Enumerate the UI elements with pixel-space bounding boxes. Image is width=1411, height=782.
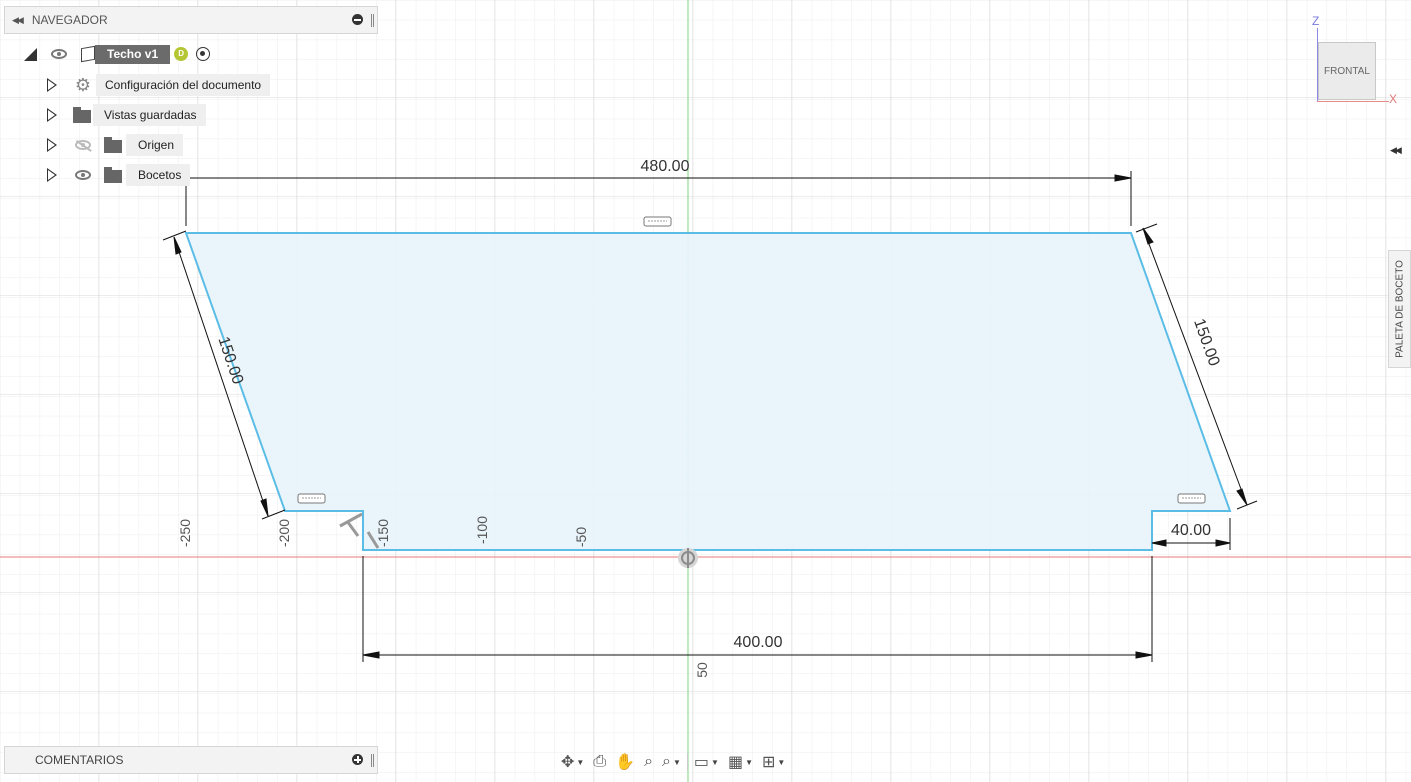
ruler-label: -200 (276, 519, 292, 547)
zoom-icon[interactable]: ⌕ (641, 750, 656, 774)
tree-item-label[interactable]: Bocetos (126, 164, 191, 186)
display-settings-icon[interactable]: ▭ ▼ (691, 750, 722, 774)
navigator-header[interactable]: ◀◀ NAVEGADOR (4, 6, 378, 34)
ruler-label: -150 (375, 519, 391, 547)
tree-item-document-settings[interactable]: ⚙ Configuración del documento (47, 73, 271, 97)
folder-icon (104, 166, 122, 183)
orbit-icon[interactable]: ✥ ▼ (558, 750, 587, 774)
x-axis-indicator (1317, 101, 1389, 102)
navigator-title: NAVEGADOR (31, 13, 108, 27)
look-at-icon[interactable]: ⎙ (590, 750, 609, 774)
expanded-triangle-icon[interactable] (24, 47, 37, 61)
horizontal-constraint-icon[interactable] (1177, 493, 1206, 504)
axis-z-label: Z (1312, 14, 1320, 28)
visibility-eye-icon[interactable] (75, 170, 91, 180)
folder-icon (104, 136, 122, 153)
expand-triangle-icon[interactable] (47, 168, 57, 182)
dimension-value-step[interactable]: 40.00 (1171, 522, 1211, 539)
collapse-left-icon[interactable]: ◀◀ (12, 15, 24, 26)
comments-bar[interactable]: COMENTARIOS (4, 746, 378, 774)
visibility-eye-icon[interactable] (51, 49, 67, 59)
comments-title: COMENTARIOS (35, 753, 124, 767)
navigation-toolbar: ✥ ▼ ⎙ ✋ ⌕ ⌕ ▼ ▭ ▼ ▦ ▼ ⊞ ▼ (558, 748, 788, 776)
tree-item-label[interactable]: Vistas guardadas (93, 104, 206, 126)
horizontal-constraint-icon[interactable] (643, 216, 672, 227)
tree-item-saved-views[interactable]: Vistas guardadas (47, 103, 206, 127)
root-component-label[interactable]: Techo v1 (95, 44, 171, 64)
component-icon (81, 45, 95, 63)
fit-icon[interactable]: ⌕ ▼ (659, 750, 684, 774)
expand-triangle-icon[interactable] (47, 108, 57, 122)
tree-item-origin[interactable]: Origen (47, 133, 184, 157)
expand-triangle-icon[interactable] (47, 78, 57, 92)
viewports-icon[interactable]: ⊞ ▼ (759, 750, 788, 774)
expand-triangle-icon[interactable] (47, 138, 57, 152)
viewcube-face-label[interactable]: FRONTAL (1324, 66, 1370, 77)
tree-root[interactable]: Techo v1 D (24, 42, 211, 66)
dimension-value-bottom[interactable]: 400.00 (734, 634, 783, 651)
folder-icon (73, 106, 91, 123)
ruler-label: 50 (694, 662, 710, 678)
sketch-profile[interactable] (184, 232, 1232, 551)
toolbar-separator (686, 753, 688, 771)
activate-radio-icon[interactable] (196, 47, 211, 61)
sketch-canvas[interactable]: 480.00 400.00 40.00 150.00 150.00 -250 -… (0, 0, 1411, 782)
ruler-label: -250 (177, 519, 193, 547)
dimension-value-top[interactable]: 480.00 (641, 158, 690, 175)
design-badge-icon: D (174, 47, 189, 61)
resize-grip-icon[interactable] (371, 14, 374, 27)
expand-palette-icon[interactable]: ◀◀ (1390, 145, 1402, 156)
grid-settings-icon[interactable]: ▦ ▼ (725, 750, 756, 774)
resize-grip-icon[interactable] (371, 754, 374, 767)
minimize-icon[interactable] (352, 14, 363, 25)
sketch-palette-label[interactable]: PALETA DE BOCETO (1394, 260, 1405, 358)
viewcube[interactable]: FRONTAL (1318, 42, 1376, 100)
tree-item-label[interactable]: Origen (126, 134, 184, 156)
hidden-eye-icon[interactable] (75, 140, 91, 150)
tree-item-sketches[interactable]: Bocetos (47, 163, 191, 187)
axis-x-label: X (1389, 92, 1398, 106)
gear-icon: ⚙ (74, 75, 92, 95)
sketch-palette-tab[interactable]: PALETA DE BOCETO (1388, 250, 1411, 368)
ruler-label: -50 (573, 527, 589, 547)
add-comment-icon[interactable] (352, 754, 363, 765)
origin-point[interactable] (678, 548, 698, 568)
pan-icon[interactable]: ✋ (612, 750, 638, 774)
horizontal-constraint-icon[interactable] (297, 493, 326, 504)
tree-item-label[interactable]: Configuración del documento (96, 74, 271, 96)
ruler-label: -100 (474, 516, 490, 544)
